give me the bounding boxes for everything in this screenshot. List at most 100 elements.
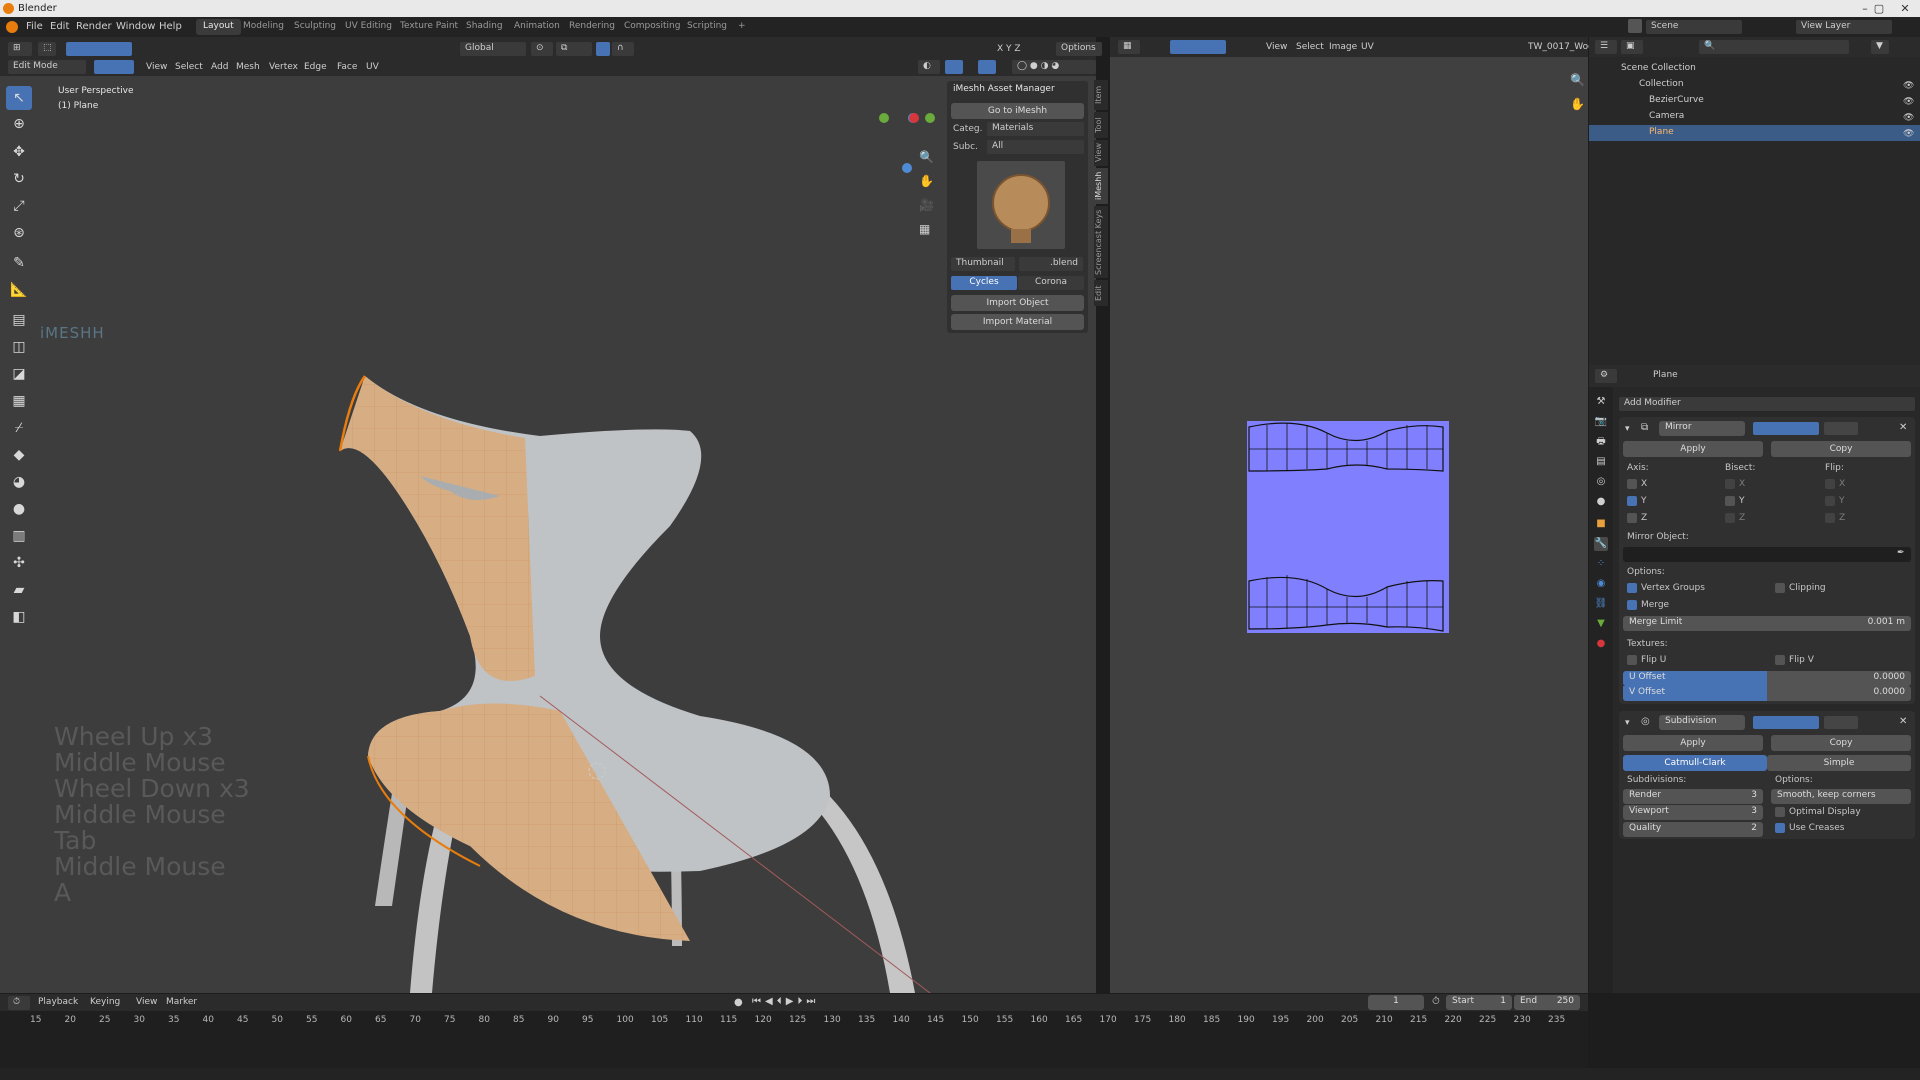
gizmo-y-axis[interactable] [925,113,935,123]
world-properties-icon[interactable]: ● [1594,495,1608,509]
subdivision-copy-button[interactable]: Copy [1771,735,1911,751]
modifier-name-field[interactable]: Mirror [1659,421,1745,436]
outliner-editor-type[interactable]: ☰ [1595,40,1617,54]
tab-tool[interactable]: Tool [1094,112,1108,138]
mirror-copy-button[interactable]: Copy [1771,441,1911,457]
snap-icon[interactable]: ⧉ [556,42,592,56]
falloff-icon[interactable]: ∩ [612,42,634,56]
visibility-eye-icon[interactable]: 👁 [1903,113,1914,123]
uv-pan-icon[interactable]: ✋ [1570,97,1585,111]
viewport-menu-mesh[interactable]: Mesh [236,62,260,72]
go-to-imeshh-button[interactable]: Go to iMeshh [951,103,1084,119]
uv-menu-uv[interactable]: UV [1361,42,1374,52]
tab-screencast-keys[interactable]: Screencast Keys [1094,206,1108,278]
scale-tool-icon[interactable]: ⤢ [6,194,32,218]
add-modifier-dropdown[interactable]: Add Modifier [1619,397,1915,411]
mirror-axes[interactable]: X Y Z [997,44,1021,54]
playback-controls[interactable]: ⏮◀⏴▶⏵⏭ [752,996,819,1007]
editor-type-button[interactable]: ⊞ [8,42,32,56]
tab-edit[interactable]: Edit [1094,280,1108,306]
eyedropper-icon[interactable]: ✒ [1897,548,1905,558]
view-layer-selector[interactable]: View Layer [1796,20,1892,34]
timeline-menu-playback[interactable]: Playback [38,997,78,1007]
select-mode-buttons[interactable] [66,42,132,56]
viewport-levels-field[interactable]: Viewport 3 [1623,805,1763,820]
transform-tool-icon[interactable]: ⊛ [6,221,32,245]
thumbnail-button[interactable]: Thumbnail [951,257,1015,271]
close-window-button[interactable]: ✕ [1892,2,1918,15]
shear-tool-icon[interactable]: ▰ [6,578,32,602]
merge-limit-field[interactable]: Merge Limit 0.001 m [1623,616,1911,631]
mirror-apply-button[interactable]: Apply [1623,441,1763,457]
pivot-icon[interactable]: ⊙ [531,42,553,56]
category-dropdown[interactable]: Materials [987,122,1084,136]
menu-file[interactable]: File [26,21,43,32]
zoom-icon[interactable]: 🔍 [919,150,934,164]
modifier-move-buttons[interactable] [1824,422,1858,435]
blender-menu-icon[interactable] [6,21,18,33]
particles-icon[interactable]: ⁘ [1594,557,1608,571]
quality-field[interactable]: Quality 2 [1623,822,1763,837]
timeline-ruler[interactable]: 15 20 25 30 35 40 45 50 55 60 65 70 75 80 85 90 95 100 105… [0,1011,1588,1068]
mode-selector[interactable]: Edit Mode [8,60,86,74]
tab-uv-editing[interactable]: UV Editing [338,19,399,35]
annotate-tool-icon[interactable]: ✎ [6,251,32,275]
menu-render[interactable]: Render [76,21,112,32]
u-offset-field[interactable]: U Offset 0.0000 [1623,671,1911,686]
transform-orientation[interactable]: Global [460,42,526,56]
3d-viewport[interactable]: User Perspective (1) Plane iMESHH ↖ ⊕ ✥ … [0,76,1096,993]
tab-compositing[interactable]: Compositing [617,19,687,35]
menu-edit[interactable]: Edit [50,21,69,32]
collapse-arrow-icon[interactable]: ▾ [1625,718,1630,728]
merge-checkbox[interactable] [1627,600,1637,610]
uv-editor[interactable]: 🔍 ✋ [1110,57,1588,993]
simple-button[interactable]: Simple [1767,755,1911,771]
engine-corona-button[interactable]: Corona [1018,276,1084,290]
bisect-y-checkbox[interactable] [1725,496,1735,506]
axis-z-checkbox[interactable] [1627,513,1637,523]
gizmo-icon[interactable] [945,60,963,74]
tab-modeling[interactable]: Modeling [236,19,291,35]
gizmo-x-axis[interactable] [909,113,919,123]
display-mode-icon[interactable]: ▣ [1621,40,1643,54]
tab-item[interactable]: Item [1094,80,1108,110]
clipping-checkbox[interactable] [1775,583,1785,593]
import-material-button[interactable]: Import Material [951,314,1084,330]
blend-button[interactable]: .blend [1019,257,1083,271]
use-creases-checkbox[interactable] [1775,823,1785,833]
flip-y-checkbox[interactable] [1825,496,1835,506]
viewport-menu-view[interactable]: View [146,62,167,72]
timeline-menu-view[interactable]: View [136,997,157,1007]
render-levels-field[interactable]: Render 3 [1623,789,1763,804]
catmull-clark-button[interactable]: Catmull-Clark [1623,755,1767,771]
material-thumbnail[interactable] [977,161,1065,249]
tab-view[interactable]: View [1094,140,1108,166]
visibility-eye-icon[interactable]: 👁 [1903,97,1914,107]
subdivision-apply-button[interactable]: Apply [1623,735,1763,751]
edge-slide-tool-icon[interactable]: ▥ [6,524,32,548]
outliner-row-selected[interactable]: Plane [1589,125,1920,141]
visibility-eye-icon[interactable]: 👁 [1903,81,1914,91]
uv-zoom-icon[interactable]: 🔍 [1570,73,1585,87]
filter-icon[interactable]: ▼ [1871,40,1889,54]
mesh-select-mode[interactable] [94,60,134,74]
v-offset-field[interactable]: V Offset 0.0000 [1623,686,1911,701]
output-properties-icon[interactable]: 🖶 [1594,435,1608,449]
bevel-tool-icon[interactable]: ◪ [6,362,32,386]
select-tool-icon[interactable]: ↖ [6,86,32,110]
physics-icon[interactable]: ◉ [1594,577,1608,591]
viewport-menu-uv[interactable]: UV [366,62,379,72]
uv-select-mode[interactable] [1170,40,1226,54]
mirror-object-field[interactable] [1623,547,1911,562]
modifier-visibility-toggles[interactable] [1753,716,1819,729]
uv-menu-image[interactable]: Image [1329,42,1357,52]
maximize-button[interactable]: ▢ [1866,2,1892,15]
timeline-menu-marker[interactable]: Marker [166,997,197,1007]
visibility-icon[interactable]: ◐ [918,60,940,74]
data-properties-icon[interactable]: ▼ [1594,617,1608,631]
current-frame-field[interactable]: 1 [1368,995,1424,1010]
uv-editor-type-button[interactable]: ▦ [1118,40,1140,54]
gizmo-z-axis[interactable] [902,163,912,173]
preview-range-icon[interactable]: ⏱ [1432,996,1440,1007]
record-icon[interactable]: ● [734,997,743,1008]
